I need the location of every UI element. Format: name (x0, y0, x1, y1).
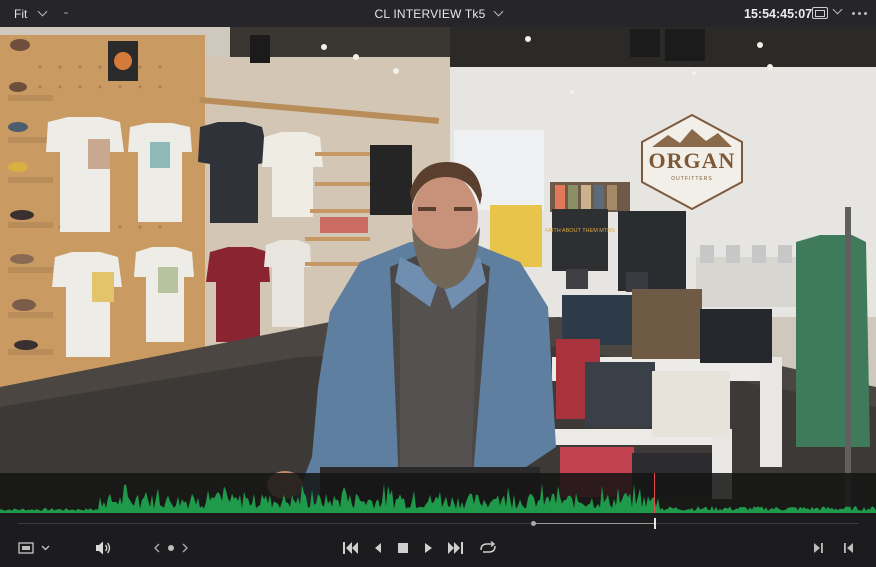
clip-title: CL INTERVIEW Tk5 (374, 6, 486, 21)
loop-icon[interactable] (480, 540, 496, 553)
zoom-dropdown[interactable]: Fit (14, 0, 48, 27)
viewer-mode-icon[interactable] (18, 542, 34, 554)
more-options-icon[interactable] (852, 12, 867, 15)
last-frame-icon[interactable] (448, 542, 463, 554)
play-reverse-icon[interactable] (375, 543, 381, 553)
monitor-chevron-down-icon[interactable] (832, 4, 843, 15)
output-monitor-icon[interactable] (812, 7, 828, 19)
video-viewer[interactable]: ORGAN OUTFITTERS FAITH ABOUT THEM MTNS (0, 27, 876, 513)
previous-clip-icon[interactable] (844, 543, 853, 553)
audio-waveform (0, 473, 876, 513)
transport-bar (0, 535, 876, 562)
first-frame-icon[interactable] (343, 542, 358, 554)
scrub-range (535, 523, 655, 524)
next-marker-icon[interactable] (182, 543, 188, 553)
in-point-handle[interactable] (531, 521, 536, 526)
previous-marker-icon[interactable] (154, 543, 160, 553)
viewer-header: Fit CL INTERVIEW Tk5 15:54:45:07 (0, 0, 876, 28)
zoom-label: Fit (14, 6, 28, 21)
scrub-track[interactable] (18, 523, 859, 524)
poster-text: FAITH ABOUT THEM MTNS (545, 228, 615, 234)
chevron-down-icon (37, 6, 48, 17)
timecode-display[interactable]: 15:54:45:07 (744, 0, 812, 27)
marker-dot-icon[interactable] (168, 545, 174, 551)
store-sign-line2: OUTFITTERS (671, 176, 712, 182)
header-divider (64, 12, 68, 14)
waveform-playhead (654, 473, 655, 513)
viewer-mode-chevron-icon[interactable] (41, 545, 50, 551)
video-frame: ORGAN OUTFITTERS FAITH ABOUT THEM MTNS (0, 27, 876, 513)
scrub-playhead[interactable] (654, 518, 656, 529)
stop-icon[interactable] (398, 543, 408, 553)
next-clip-icon[interactable] (814, 543, 823, 553)
speaker-icon[interactable] (96, 541, 111, 555)
play-icon[interactable] (425, 543, 432, 553)
clip-chevron-down-icon[interactable] (493, 6, 503, 17)
timeline-scrubber[interactable] (18, 518, 859, 530)
store-sign-line1: ORGAN (649, 148, 736, 173)
